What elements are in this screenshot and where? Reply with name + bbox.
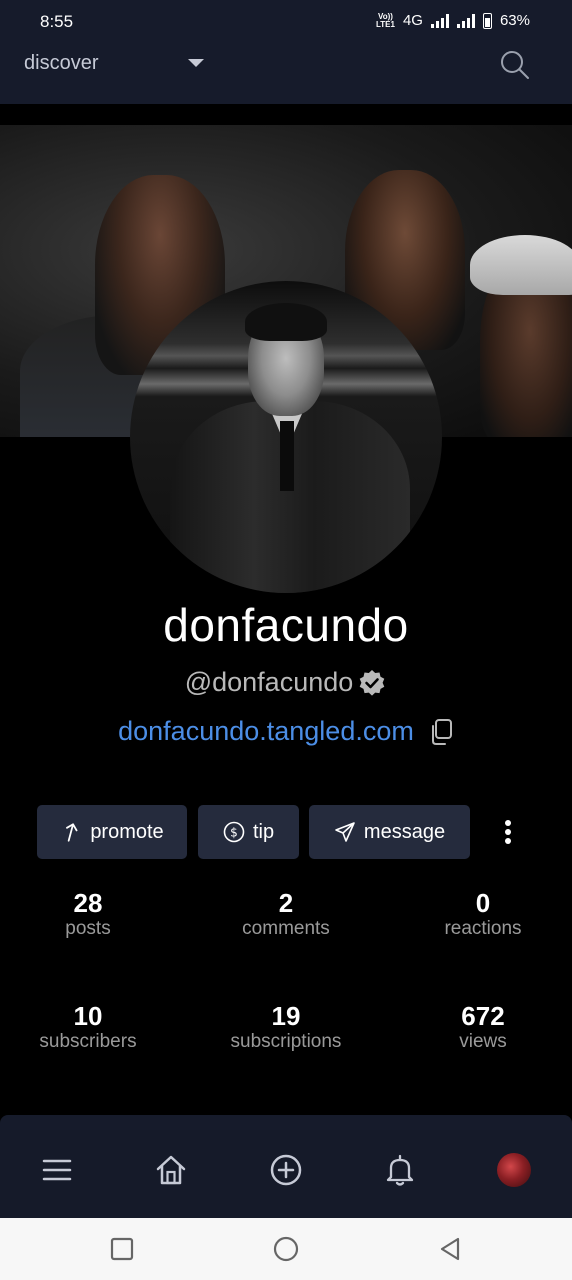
battery-percent: 63% [499,12,530,29]
stat-reactions[interactable]: 0 reactions [388,888,572,940]
stat-subscriptions[interactable]: 19 subscriptions [191,1001,381,1053]
search-icon[interactable] [498,48,532,82]
status-time: 8:55 [40,12,74,31]
stat-label: subscribers [39,1031,137,1052]
dollar-coin-icon: $ [223,821,245,843]
copy-icon[interactable] [428,718,454,746]
send-icon [335,822,355,842]
message-button[interactable]: message [309,805,470,859]
arrow-up-icon [66,823,78,842]
chevron-down-icon[interactable] [188,59,204,67]
profile-url-link[interactable]: donfacundo.tangled.com [118,716,414,747]
handle-row: @donfacundo [0,667,572,698]
nav-notifications[interactable] [380,1150,420,1190]
stat-label: subscriptions [230,1031,342,1052]
tip-label: tip [252,820,275,843]
profile-handle: @donfacundo [184,667,354,697]
recents-icon[interactable] [108,1235,136,1263]
stat-value: 10 [73,1001,103,1031]
volte-indicator: Vo)) LTE1 [375,11,395,29]
stat-label: views [459,1031,507,1052]
nav-home[interactable] [151,1150,191,1190]
signal-icon [430,13,449,28]
bottom-navigation [0,1130,572,1218]
home-icon [156,1155,186,1185]
stat-label: posts [65,918,111,939]
back-icon[interactable] [436,1235,464,1263]
bell-icon [386,1154,414,1186]
tip-button[interactable]: $ tip [198,805,299,859]
app-bar: discover [0,44,572,104]
stat-value: 672 [461,1001,505,1031]
nav-profile[interactable] [494,1150,534,1190]
signal-icon-2 [456,13,475,28]
stat-posts[interactable]: 28 posts [0,888,183,940]
profile-avatar-image[interactable] [130,281,442,593]
status-bar: 8:55 Vo)) LTE1 4G 63% [0,0,572,44]
battery-icon [482,12,492,29]
profile-avatar-icon [497,1153,531,1187]
svg-text:$: $ [230,826,238,840]
nav-create[interactable] [266,1150,306,1190]
stat-subscribers[interactable]: 10 subscribers [0,1001,183,1053]
system-navigation-bar [0,1218,572,1280]
home-circle-icon[interactable] [272,1235,300,1263]
stat-value: 28 [73,888,103,918]
stat-value: 19 [271,1001,301,1031]
feed-selector-label[interactable]: discover [24,52,98,75]
promote-label: promote [90,820,164,843]
promote-button[interactable]: promote [37,805,187,859]
profile-display-name: donfacundo [163,599,409,651]
stat-label: reactions [444,918,522,939]
verified-badge-icon [359,669,385,696]
stat-views[interactable]: 672 views [388,1001,572,1053]
stat-value: 2 [278,888,294,918]
profile-url-row: donfacundo.tangled.com [0,716,572,747]
stat-value: 0 [475,888,491,918]
menu-icon [42,1159,72,1181]
network-type: 4G [402,12,423,29]
profile-actions: promote $ tip message [0,805,572,859]
stat-comments[interactable]: 2 comments [191,888,381,940]
add-icon [270,1154,302,1186]
stat-label: comments [242,918,330,939]
nav-menu[interactable] [37,1150,77,1190]
more-vertical-icon[interactable] [496,817,520,847]
status-icons: Vo)) LTE1 4G 63% [376,12,530,29]
message-label: message [363,820,446,843]
